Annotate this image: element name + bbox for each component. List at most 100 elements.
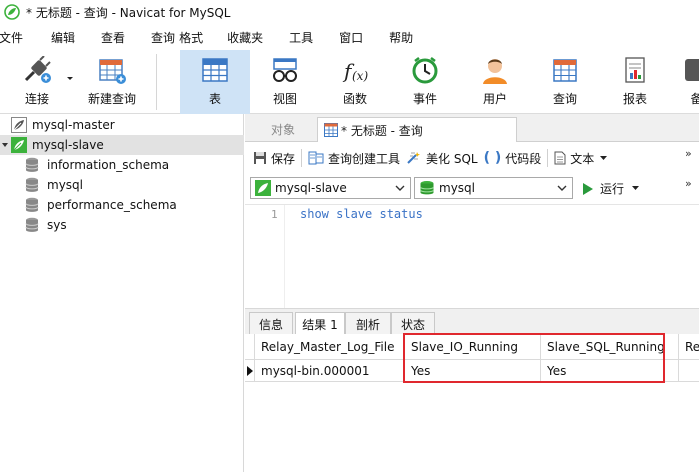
row-header-corner [245, 334, 255, 360]
database-icon [25, 177, 39, 192]
tree-database-mysql[interactable]: mysql [0, 175, 244, 195]
menu-favorites[interactable]: 收藏夹 [220, 29, 270, 46]
report-button[interactable]: 报表 [612, 50, 658, 114]
grid-cell[interactable] [679, 360, 699, 382]
query-icon [553, 59, 577, 82]
toolbar-separator [301, 149, 303, 167]
menu-format[interactable]: 格式 [172, 29, 210, 46]
document-tabs: 对象 * 无标题 - 查询 [245, 114, 699, 142]
report-icon [625, 57, 645, 83]
glasses-icon [273, 58, 297, 82]
tab-query-label: * 无标题 - 查询 [341, 123, 423, 138]
event-label: 事件 [412, 92, 437, 106]
column-header[interactable]: Relay_Master_Log_File [255, 334, 405, 360]
line-number: 1 [271, 208, 278, 221]
table-icon [202, 58, 228, 82]
database-select[interactable]: mysql [414, 177, 573, 199]
query-builder-label: 查询创建工具 [328, 151, 401, 166]
row-indicator [245, 360, 255, 382]
chevron-down-icon[interactable] [632, 186, 640, 191]
column-header[interactable]: Re [679, 334, 699, 360]
navigation-tree: mysql-master mysql-slave information_sch… [0, 114, 244, 472]
line-number-gutter: 1 [245, 205, 285, 309]
leaf-icon [11, 137, 27, 153]
report-label: 报表 [622, 92, 647, 106]
tree-database-label: performance_schema [47, 198, 177, 212]
tree-database-performance-schema[interactable]: performance_schema [0, 195, 244, 215]
overflow-chevron-icon[interactable]: » [685, 177, 692, 190]
new-query-button[interactable]: 新建查询 [84, 50, 140, 114]
tree-connection-label: mysql-master [32, 118, 115, 132]
beautify-sql-label: 美化 SQL [426, 151, 478, 166]
code-snippet-button[interactable]: ( ) 代码段 [484, 150, 542, 167]
text-label: 文本 [570, 151, 595, 166]
connection-select-value: mysql-slave [275, 181, 347, 195]
tab-result-1[interactable]: 结果 1 [295, 312, 345, 336]
tree-database-information-schema[interactable]: information_schema [0, 155, 244, 175]
tab-profile[interactable]: 剖析 [345, 312, 391, 335]
connection-selector-row: mysql-slave mysql 运行 » [245, 174, 699, 202]
toolbar-separator [547, 149, 549, 167]
query-button[interactable]: 查询 [542, 50, 588, 114]
tree-connection-mysql-slave[interactable]: mysql-slave [0, 135, 244, 155]
run-label: 运行 [600, 182, 625, 196]
tab-objects[interactable]: 对象 [271, 117, 295, 142]
clock-icon [412, 57, 438, 84]
database-icon [25, 217, 39, 232]
query-toolbar: 保存 查询创建工具 美化 SQL ( ) 代码段 文本 » [245, 144, 699, 172]
overflow-chevron-icon[interactable]: » [685, 147, 692, 160]
title-bar: * 无标题 - 查询 - Navicat for MySQL [0, 0, 699, 24]
query-builder-button[interactable]: 查询创建工具 [308, 150, 400, 167]
view-button[interactable]: 视图 [262, 50, 308, 114]
tab-query[interactable]: * 无标题 - 查询 [317, 117, 517, 142]
menu-bar: 文件 编辑 查看 查询 格式 收藏夹 工具 窗口 帮助 [0, 26, 699, 48]
text-button[interactable]: 文本 [554, 150, 608, 167]
connection-select[interactable]: mysql-slave [250, 177, 411, 199]
tree-connection-mysql-master[interactable]: mysql-master [0, 115, 244, 135]
new-query-icon [99, 59, 126, 84]
chevron-down-icon[interactable] [394, 181, 406, 195]
event-button[interactable]: 事件 [402, 50, 448, 114]
leaf-icon [255, 180, 271, 196]
user-label: 用户 [482, 92, 507, 106]
document-icon [554, 151, 566, 165]
menu-tools[interactable]: 工具 [282, 29, 320, 46]
menu-window[interactable]: 窗口 [332, 29, 370, 46]
tab-status[interactable]: 状态 [391, 312, 435, 335]
sql-editor[interactable]: 1 show slave status [245, 204, 699, 309]
save-label: 保存 [271, 151, 296, 166]
svg-text:(x): (x) [352, 69, 368, 83]
menu-view[interactable]: 查看 [94, 29, 132, 46]
menu-file[interactable]: 文件 [0, 29, 30, 46]
table-button[interactable]: 表 [180, 50, 250, 114]
chevron-down-icon[interactable] [600, 155, 608, 161]
database-icon [25, 197, 39, 212]
backup-button[interactable]: 备 [680, 50, 699, 114]
chevron-down-icon[interactable] [556, 181, 568, 195]
beautify-sql-button[interactable]: 美化 SQL [406, 150, 478, 167]
parentheses-icon: ( ) [483, 150, 502, 166]
tab-info[interactable]: 信息 [249, 312, 293, 335]
chevron-down-icon[interactable] [1, 141, 9, 149]
connect-button[interactable]: 连接 [12, 50, 62, 114]
grid-cell[interactable]: mysql-bin.000001 [255, 360, 405, 382]
query-icon [324, 123, 338, 137]
sql-code[interactable]: show slave status [300, 207, 423, 221]
backup-label: 备 [690, 92, 699, 106]
function-button[interactable]: f (x) 函数 [332, 50, 378, 114]
play-icon [583, 182, 593, 195]
plug-icon [24, 56, 51, 83]
backup-icon [684, 59, 699, 81]
toolbar-separator [156, 54, 157, 110]
result-tabs: 信息 结果 1 剖析 状态 [245, 308, 699, 336]
menu-edit[interactable]: 编辑 [44, 29, 82, 46]
run-button[interactable]: 运行 [582, 180, 640, 197]
tree-database-label: mysql [47, 178, 83, 192]
user-button[interactable]: 用户 [472, 50, 518, 114]
function-label: 函数 [342, 92, 367, 106]
user-icon [483, 59, 507, 84]
chevron-down-icon[interactable] [66, 76, 74, 82]
menu-help[interactable]: 帮助 [382, 29, 420, 46]
tree-database-sys[interactable]: sys [0, 215, 244, 235]
save-button[interactable]: 保存 [253, 150, 295, 167]
